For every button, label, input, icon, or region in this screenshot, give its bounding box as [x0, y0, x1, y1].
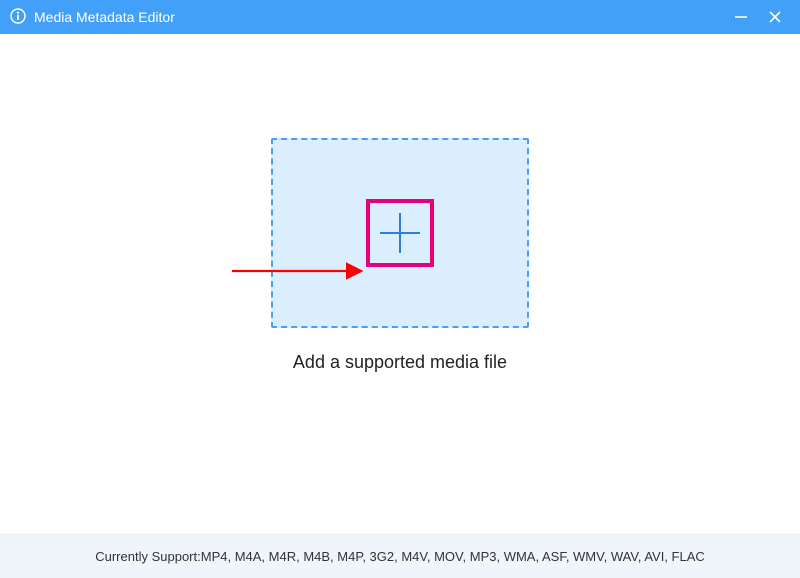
add-file-highlight	[366, 199, 434, 267]
close-icon	[768, 10, 782, 24]
titlebar-left: Media Metadata Editor	[10, 8, 175, 27]
main-content: Add a supported media file	[0, 34, 800, 534]
minimize-icon	[734, 10, 748, 24]
footer: Currently Support: MP4, M4A, M4R, M4B, M…	[0, 534, 800, 578]
plus-icon	[374, 207, 426, 259]
add-file-dropzone[interactable]	[271, 138, 529, 328]
app-window: Media Metadata Editor Add a support	[0, 0, 800, 578]
footer-label: Currently Support:	[95, 549, 201, 564]
window-title: Media Metadata Editor	[34, 9, 175, 25]
info-icon	[10, 8, 26, 27]
dropzone-caption: Add a supported media file	[293, 352, 507, 373]
close-button[interactable]	[758, 0, 792, 34]
footer-formats: MP4, M4A, M4R, M4B, M4P, 3G2, M4V, MOV, …	[201, 549, 705, 564]
titlebar: Media Metadata Editor	[0, 0, 800, 34]
minimize-button[interactable]	[724, 0, 758, 34]
